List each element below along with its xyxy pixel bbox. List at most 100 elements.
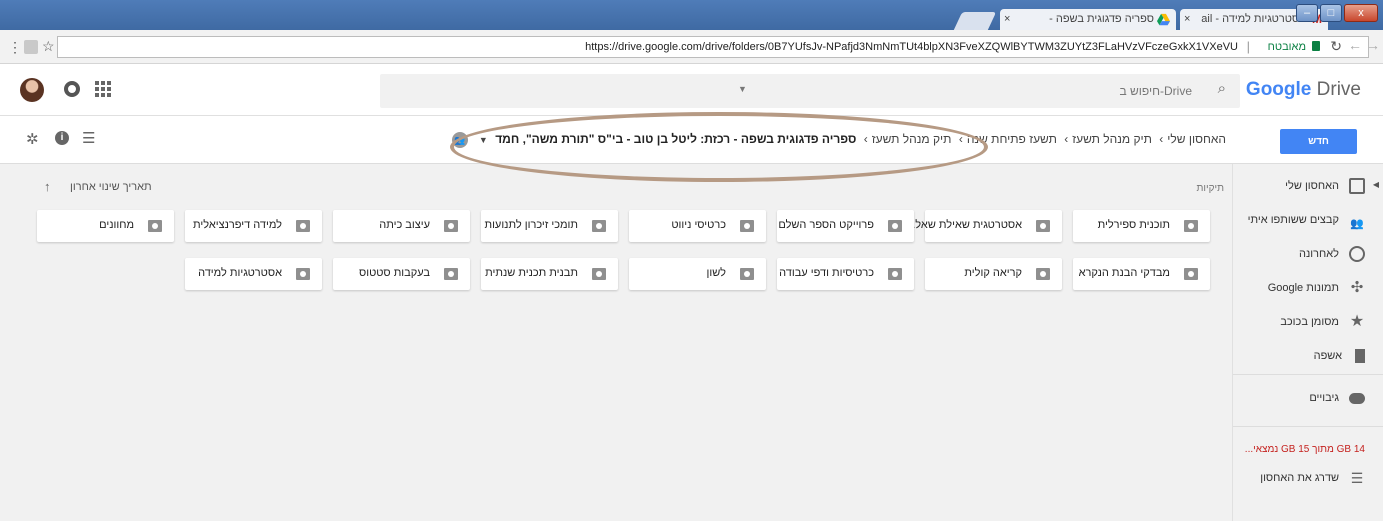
folder-name: אסטרטגית שאילת שאל... bbox=[906, 219, 1022, 231]
browser-titlebar: M אסטרטגיות למידה - ail × ספריה פדגוגית … bbox=[0, 0, 1383, 30]
shared-folder-icon bbox=[1036, 268, 1050, 280]
sidebar-item-recent[interactable]: לאחרונה bbox=[1299, 242, 1365, 266]
menu-dots-icon[interactable]: ⋮ bbox=[8, 39, 22, 56]
list-view-icon[interactable]: ☰ bbox=[82, 129, 95, 147]
sidebar-item-shared[interactable]: 👥קבצים ששותפו איתי bbox=[1248, 208, 1365, 232]
sidebar-item-trash[interactable]: אשפה bbox=[1314, 344, 1365, 368]
logo-google: Google bbox=[1245, 79, 1312, 100]
sidebar: ◀ האחסון שלי 👥קבצים ששותפו איתי לאחרונה … bbox=[1232, 164, 1383, 521]
folder-tile[interactable]: מחוונים bbox=[37, 210, 174, 242]
folder-name: תוכנית ספירלית bbox=[1097, 219, 1170, 231]
sidebar-divider bbox=[1233, 374, 1383, 375]
apps-grid-icon[interactable] bbox=[95, 81, 111, 97]
folder-tile[interactable]: למידה דיפרנציאלית bbox=[185, 210, 322, 242]
folder-tile[interactable]: תומכי זיכרון לתנועות bbox=[481, 210, 618, 242]
sidebar-item-starred[interactable]: ★מסומן בכוכב bbox=[1280, 310, 1365, 334]
sidebar-item-my-drive[interactable]: האחסון שלי bbox=[1285, 174, 1365, 198]
pinwheel-icon: ✣ bbox=[1350, 279, 1364, 297]
folder-name: כרטיסיות ודפי עבודה bbox=[779, 267, 874, 279]
folder-name: אסטרטגיות למידה bbox=[198, 267, 282, 279]
notifications-icon[interactable] bbox=[64, 81, 80, 97]
reload-icon[interactable]: ↻ bbox=[1330, 38, 1342, 55]
close-window-button[interactable]: x bbox=[1344, 4, 1378, 22]
settings-gear-icon[interactable]: ✲ bbox=[26, 130, 39, 148]
folder-tile[interactable]: פרוייקט הספר השלם bbox=[777, 210, 914, 242]
folder-name: לשון bbox=[706, 267, 726, 279]
secure-label: מאובטח bbox=[1267, 41, 1306, 53]
breadcrumb-chevron-icon: › bbox=[1159, 132, 1164, 146]
google-drive-icon bbox=[1157, 13, 1170, 26]
address-bar: ⋮ ☆ https://drive.google.com/drive/folde… bbox=[0, 30, 1383, 64]
folder-tile[interactable]: בעקבות סטטוס bbox=[333, 258, 470, 290]
folder-name: תומכי זיכרון לתנועות bbox=[484, 219, 578, 231]
forward-arrow-icon[interactable]: → bbox=[1366, 37, 1380, 53]
minimize-button[interactable]: – bbox=[1296, 4, 1318, 22]
star-icon: ★ bbox=[1349, 313, 1365, 331]
shared-folder-icon bbox=[444, 268, 458, 280]
breadcrumb-item-my-drive[interactable]: האחסון שלי bbox=[1167, 132, 1226, 146]
storage-usage-text: 14 GB מתוך 15 GB נמצאי... bbox=[1244, 444, 1365, 455]
breadcrumb-chevron-icon: › bbox=[1064, 132, 1069, 146]
shared-folder-icon bbox=[740, 220, 754, 232]
search-input[interactable]: ▼ חיפוש ב-Drive ⌕ bbox=[380, 74, 1240, 108]
shared-folder-icon bbox=[296, 220, 310, 232]
info-icon[interactable]: i bbox=[55, 131, 69, 145]
folder-tile[interactable]: אסטרטגיות למידה bbox=[185, 258, 322, 290]
folder-tile[interactable]: מבדקי הבנת הנקרא bbox=[1073, 258, 1210, 290]
upgrade-storage-link[interactable]: ☰שדרג את האחסון bbox=[1260, 466, 1365, 490]
shared-folder-icon bbox=[740, 268, 754, 280]
folder-name: קריאה קולית bbox=[964, 267, 1022, 279]
folder-name: כרטיסי ניווט bbox=[671, 219, 726, 231]
folder-name: פרוייקט הספר השלם bbox=[778, 219, 874, 231]
avatar[interactable] bbox=[20, 78, 44, 102]
url-text: https://drive.google.com/drive/folders/0… bbox=[585, 41, 1238, 53]
tab-close-icon[interactable]: × bbox=[1184, 9, 1190, 30]
shared-folder-icon bbox=[1036, 220, 1050, 232]
shared-folder-icon bbox=[592, 268, 606, 280]
bookmark-star-icon[interactable]: ☆ bbox=[42, 38, 55, 55]
folder-name: למידה דיפרנציאלית bbox=[192, 219, 282, 231]
storage-bars-icon: ☰ bbox=[1350, 470, 1364, 487]
sidebar-item-backups[interactable]: גיבויים bbox=[1309, 386, 1365, 410]
tab-drive[interactable]: ספריה פדגוגית בשפה - × bbox=[1000, 9, 1176, 30]
sidebar-divider bbox=[1233, 426, 1383, 427]
maximize-button[interactable]: □ bbox=[1320, 4, 1342, 22]
folder-tile[interactable]: אסטרטגית שאילת שאל... bbox=[906, 210, 1062, 242]
folder-tile[interactable]: כרטיסי ניווט bbox=[629, 210, 766, 242]
search-icon[interactable]: ⌕ bbox=[1218, 80, 1226, 97]
expand-arrow-icon[interactable]: ◀ bbox=[1373, 180, 1379, 189]
sort-direction-arrow-icon[interactable]: ↑ bbox=[44, 179, 51, 194]
shared-folder-icon bbox=[148, 220, 162, 232]
drive-header: ▼ חיפוש ב-Drive ⌕ Google Drive bbox=[0, 64, 1383, 116]
tab-gmail-title: אסטרטגיות למידה - ail bbox=[1201, 13, 1306, 25]
main-content: ↑ תאריך שינוי אחרון תיקיות תוכנית ספירלי… bbox=[22, 164, 1232, 521]
folder-name: עיצוב כיתה bbox=[379, 219, 430, 231]
new-tab-button[interactable] bbox=[953, 12, 997, 30]
shared-folder-icon bbox=[888, 220, 902, 232]
folder-tile[interactable]: לשון bbox=[629, 258, 766, 290]
back-arrow-icon[interactable]: ← bbox=[1348, 37, 1362, 53]
google-drive-logo[interactable]: Google Drive bbox=[1246, 79, 1361, 101]
shared-folder-icon bbox=[1184, 220, 1198, 232]
url-field[interactable]: https://drive.google.com/drive/folders/0… bbox=[57, 36, 1369, 58]
tab-close-icon[interactable]: × bbox=[1004, 9, 1010, 30]
sort-label[interactable]: תאריך שינוי אחרון bbox=[70, 181, 152, 193]
extension-icon[interactable] bbox=[24, 40, 38, 54]
new-button[interactable]: חדש bbox=[1280, 129, 1357, 154]
shared-folder-icon bbox=[592, 220, 606, 232]
folder-tile[interactable]: עיצוב כיתה bbox=[333, 210, 470, 242]
folder-name: מבדקי הבנת הנקרא bbox=[1078, 267, 1170, 279]
folder-tile[interactable]: כרטיסיות ודפי עבודה bbox=[777, 258, 914, 290]
breadcrumb-item[interactable]: תיק מנהל תשעז bbox=[1072, 132, 1152, 146]
shared-folder-icon bbox=[296, 268, 310, 280]
folder-tile[interactable]: תבנית תכנית שנתית bbox=[481, 258, 618, 290]
sidebar-item-photos[interactable]: ✣תמונות Google bbox=[1268, 276, 1365, 300]
folder-name: תבנית תכנית שנתית bbox=[485, 267, 578, 279]
folder-tile[interactable]: קריאה קולית bbox=[925, 258, 1062, 290]
folder-name: מחוונים bbox=[99, 219, 134, 231]
folder-tile[interactable]: תוכנית ספירלית bbox=[1073, 210, 1210, 242]
logo-drive: Drive bbox=[1316, 79, 1361, 100]
shared-folder-icon bbox=[444, 220, 458, 232]
search-placeholder: חיפוש ב-Drive bbox=[1119, 84, 1192, 98]
search-options-icon[interactable]: ▼ bbox=[738, 84, 747, 94]
